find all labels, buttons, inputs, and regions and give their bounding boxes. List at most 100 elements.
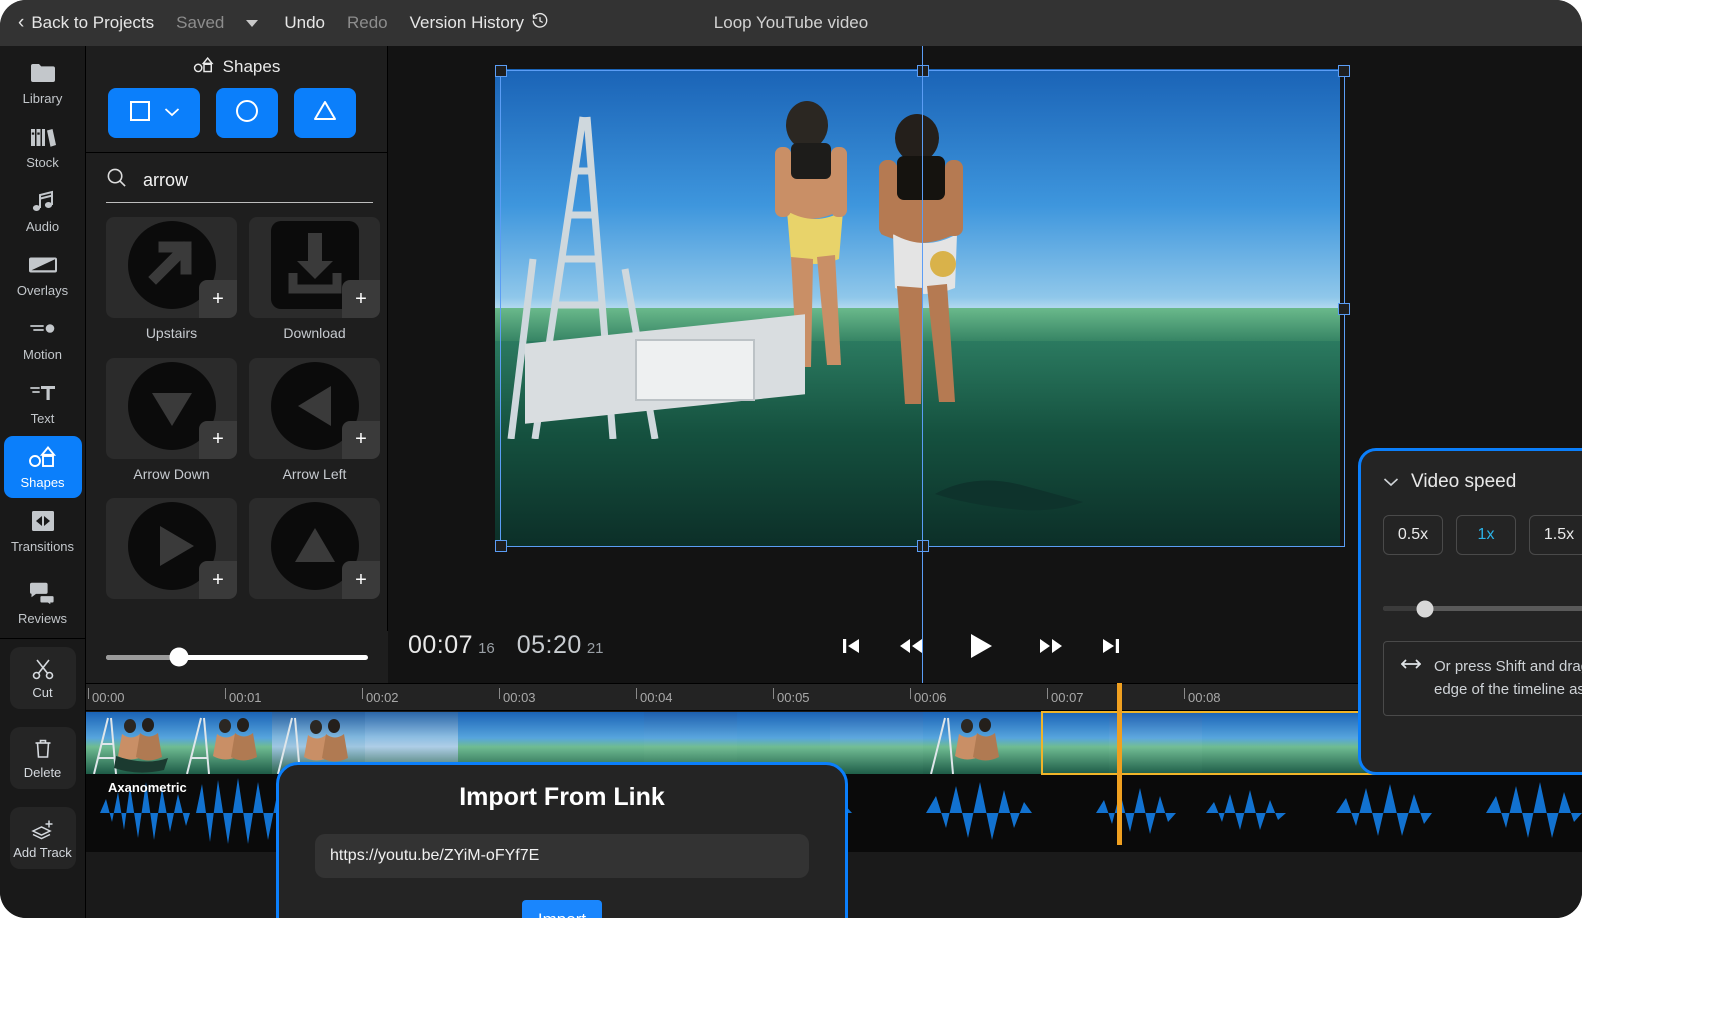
add-triangle-button[interactable]: [294, 88, 356, 138]
skip-to-end-button[interactable]: [1100, 635, 1122, 657]
text-icon: [29, 381, 57, 406]
chevron-down-icon[interactable]: [164, 104, 180, 122]
left-right-arrow-icon: [1400, 656, 1422, 679]
triangle-icon: [311, 98, 339, 129]
ruler-tick: 00:08: [1184, 688, 1221, 705]
shapes-icon: [193, 56, 215, 78]
sidebar-item-reviews[interactable]: Reviews: [4, 572, 82, 634]
slider-track[interactable]: [106, 647, 368, 667]
sidebar-item-audio[interactable]: Audio: [4, 180, 82, 242]
search-input[interactable]: arrow: [143, 170, 188, 191]
timeline-thumbnail[interactable]: [1202, 712, 1295, 774]
timeline-thumbnail[interactable]: [86, 712, 179, 774]
add-shape-button[interactable]: +: [342, 280, 380, 318]
delete-button[interactable]: Delete: [9, 727, 76, 789]
shape-result-item[interactable]: + Arrow Down: [106, 357, 237, 495]
cut-button[interactable]: Cut: [9, 647, 76, 709]
top-toolbar-left-group: ‹ Back to Projects Saved Undo Redo Versi…: [0, 12, 571, 35]
shape-size-slider[interactable]: [86, 631, 388, 683]
add-shape-button[interactable]: +: [199, 420, 237, 459]
fast-forward-button[interactable]: [1038, 636, 1064, 656]
speed-hint-text: Or press Shift and drag the right edge o…: [1434, 658, 1582, 698]
speed-option-1x[interactable]: 1x: [1456, 515, 1516, 555]
timeline-thumbnail[interactable]: [830, 712, 923, 774]
slider-track[interactable]: [1383, 600, 1582, 617]
back-to-projects-button[interactable]: ‹ Back to Projects: [18, 12, 154, 34]
ruler-tick: 00:06: [910, 688, 947, 705]
add-track-icon: [30, 816, 56, 841]
scissors-icon: [32, 656, 54, 681]
chevron-down-icon[interactable]: [1383, 471, 1399, 493]
shape-result-item[interactable]: +: [249, 498, 380, 619]
rewind-button[interactable]: [898, 636, 924, 656]
preview-box: [635, 339, 755, 401]
redo-button[interactable]: Redo: [347, 13, 388, 33]
add-shape-button[interactable]: +: [342, 420, 380, 459]
video-speed-title: Video speed: [1411, 471, 1517, 492]
speed-option-group: 0.5x 1x 1.5x 2x: [1383, 515, 1582, 555]
top-toolbar: ‹ Back to Projects Saved Undo Redo Versi…: [0, 0, 1582, 46]
video-speed-header[interactable]: Video speed: [1383, 471, 1582, 493]
sidebar-item-label: Shapes: [20, 474, 65, 490]
sidebar-item-transitions[interactable]: Transitions: [4, 500, 82, 562]
current-time: 00:07: [408, 631, 474, 659]
add-shape-button[interactable]: +: [199, 561, 237, 600]
undo-button[interactable]: Undo: [284, 13, 325, 33]
sidebar-item-label: Overlays: [16, 282, 69, 298]
sidebar-item-text[interactable]: Text: [4, 372, 82, 434]
sidebar-item-label: Stock: [26, 154, 59, 170]
sidebar-item-label: Transitions: [10, 538, 75, 554]
rail-divider: [0, 638, 85, 639]
sidebar-item-stock[interactable]: Stock: [4, 116, 82, 178]
shape-search-row[interactable]: arrow: [106, 167, 373, 203]
sidebar-item-motion[interactable]: Motion: [4, 308, 82, 370]
timeline-playhead[interactable]: [1117, 683, 1122, 845]
add-circle-button[interactable]: [216, 88, 278, 138]
sidebar-item-library[interactable]: Library: [4, 52, 82, 114]
shape-result-item[interactable]: + Download: [249, 217, 380, 354]
speed-option-1_5x[interactable]: 1.5x: [1529, 515, 1582, 555]
speed-slider[interactable]: [1383, 600, 1582, 617]
timeline-thumbnail[interactable]: [1016, 712, 1109, 774]
shape-thumbnail[interactable]: +: [106, 217, 237, 318]
add-shape-button[interactable]: +: [342, 561, 380, 600]
shape-result-item[interactable]: + Upstairs: [106, 217, 237, 354]
total-time: 05:20: [516, 631, 582, 659]
version-history-button[interactable]: Version History: [410, 12, 549, 35]
shape-thumbnail[interactable]: +: [249, 498, 380, 600]
history-clock-icon: [531, 12, 549, 35]
motion-icon: [29, 317, 57, 342]
back-to-projects-label: Back to Projects: [31, 13, 155, 32]
timeline-thumbnail[interactable]: [179, 712, 272, 774]
add-track-button[interactable]: Add Track: [9, 807, 76, 869]
skip-to-start-button[interactable]: [840, 635, 862, 657]
timeline-thumbnail[interactable]: [923, 712, 1016, 774]
saved-dropdown-button[interactable]: [246, 19, 259, 27]
import-button[interactable]: Import: [522, 900, 602, 918]
shapes-panel: Shapes arrow + Upstairs + Download + Arr…: [86, 46, 388, 683]
slider-thumb[interactable]: [169, 647, 189, 667]
sidebar-item-overlays[interactable]: Overlays: [4, 244, 82, 306]
shape-thumbnail[interactable]: +: [106, 498, 237, 600]
play-button[interactable]: [968, 632, 994, 660]
add-square-button[interactable]: [108, 88, 200, 138]
shape-result-item[interactable]: +: [106, 498, 237, 619]
shape-thumbnail[interactable]: +: [249, 357, 380, 459]
timeline-thumbnail[interactable]: [1109, 712, 1202, 774]
version-history-label: Version History: [409, 13, 524, 32]
shape-result-item[interactable]: + Arrow Left: [249, 357, 380, 495]
shape-thumbnail[interactable]: +: [249, 217, 380, 318]
speed-option-0_5x[interactable]: 0.5x: [1383, 515, 1443, 555]
slider-thumb[interactable]: [1416, 600, 1434, 617]
add-shape-button[interactable]: +: [199, 280, 237, 318]
music-note-icon: [30, 189, 56, 214]
ruler-tick: 00:03: [499, 688, 536, 705]
ruler-tick: 00:02: [362, 688, 399, 705]
shapes-icon: [28, 445, 58, 470]
shape-thumbnail[interactable]: +: [106, 357, 237, 459]
sidebar-item-shapes[interactable]: Shapes: [3, 436, 82, 498]
video-preview[interactable]: [495, 69, 1340, 546]
import-url-input[interactable]: https://youtu.be/ZYiM-oFYf7E: [315, 834, 809, 878]
preview-underwater-diver: [925, 464, 1085, 524]
speed-hint-box: Or press Shift and drag the right edge o…: [1383, 641, 1582, 716]
